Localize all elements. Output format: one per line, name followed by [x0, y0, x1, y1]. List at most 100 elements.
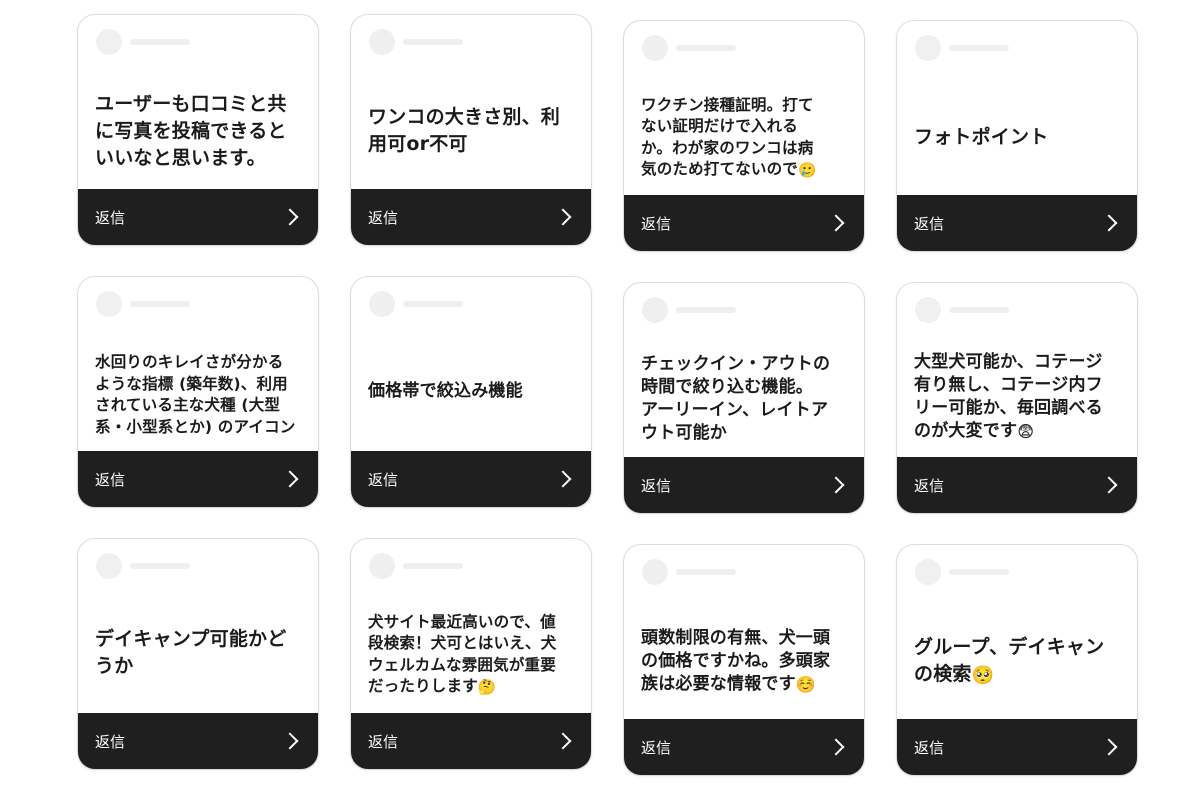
username	[403, 39, 463, 45]
avatar	[642, 297, 668, 323]
reply-button[interactable]: 返信	[78, 189, 318, 245]
card-header	[642, 559, 736, 585]
avatar	[369, 291, 395, 317]
pleading-face-emoji-icon: 🥺	[971, 664, 995, 686]
avatar	[915, 35, 941, 61]
reply-label: 返信	[368, 208, 399, 227]
card-header	[915, 35, 1009, 61]
reply-label: 返信	[914, 738, 945, 757]
response-card: 大型犬可能か、コテージ 有り無し、コテージ内フ リー可能か、毎回調べる のが大変です😨…	[896, 282, 1138, 514]
response-text: デイキャンプ可能かど うか	[95, 628, 287, 677]
reply-label: 返信	[368, 470, 399, 489]
reply-label: 返信	[914, 214, 945, 233]
avatar	[915, 297, 941, 323]
username	[130, 301, 190, 307]
reply-button[interactable]: 返信	[351, 189, 591, 245]
reply-label: 返信	[95, 732, 126, 751]
username	[949, 45, 1009, 51]
reply-button[interactable]: 返信	[624, 457, 864, 513]
card-header	[369, 29, 463, 55]
response-text: グループ、デイキャン の検索🥺	[914, 634, 1104, 689]
avatar	[96, 291, 122, 317]
reply-button[interactable]: 返信	[897, 457, 1137, 513]
reply-button[interactable]: 返信	[897, 195, 1137, 251]
reply-button[interactable]: 返信	[78, 451, 318, 507]
chevron-right-icon	[827, 738, 845, 756]
response-text: フォトポイント	[914, 125, 1049, 148]
response-card: ワンコの大きさ別、利 用可or不可 返信	[350, 14, 592, 246]
response-card: 頭数制限の有無、犬一頭 の価格ですかね。多頭家 族は必要な情報です☺️ 返信	[623, 544, 865, 776]
question-responses-grid: ユーザーも口コミと共 に写真を投稿できると いいなと思います。 返信 ワンコの大きさ…	[0, 0, 1201, 801]
reply-label: 返信	[368, 732, 399, 751]
chevron-right-icon	[827, 476, 845, 494]
response-text: ワンコの大きさ別、利 用可or不可	[368, 106, 561, 155]
chevron-right-icon	[281, 470, 299, 488]
avatar	[369, 29, 395, 55]
avatar	[642, 559, 668, 585]
thinking-face-emoji-icon: 🤔	[477, 679, 497, 696]
response-text: 頭数制限の有無、犬一頭 の価格ですかね。多頭家 族は必要な情報です☺️	[641, 627, 831, 694]
smiling-face-emoji-icon: ☺️	[795, 674, 817, 694]
reply-button[interactable]: 返信	[351, 451, 591, 507]
avatar	[96, 29, 122, 55]
reply-label: 返信	[914, 476, 945, 495]
chevron-right-icon	[281, 208, 299, 226]
reply-button[interactable]: 返信	[624, 195, 864, 251]
username	[130, 39, 190, 45]
card-header	[369, 291, 463, 317]
response-text: 大型犬可能か、コテージ 有り無し、コテージ内フ リー可能か、毎回調べる のが大変です😨	[914, 352, 1103, 441]
reply-label: 返信	[95, 208, 126, 227]
chevron-right-icon	[827, 214, 845, 232]
chevron-right-icon	[554, 732, 572, 750]
card-header	[642, 297, 736, 323]
avatar	[96, 553, 122, 579]
reply-button[interactable]: 返信	[78, 713, 318, 769]
card-header	[642, 35, 736, 61]
response-card: チェックイン・アウトの 時間で絞り込む機能。 アーリーイン、レイトア ウト可能か 返信	[623, 282, 865, 514]
response-card: 水回りのキレイさが分かる ような指標 (築年数)、利用 されている主な犬種 (大型系…	[77, 276, 319, 508]
response-text: 水回りのキレイさが分かる ような指標 (築年数)、利用 されている主な犬種 (大型系…	[95, 353, 296, 436]
chevron-right-icon	[1100, 214, 1118, 232]
card-header	[96, 29, 190, 55]
username	[403, 301, 463, 307]
reply-label: 返信	[95, 470, 126, 489]
chevron-right-icon	[554, 470, 572, 488]
response-text: チェックイン・アウトの 時間で絞り込む機能。 アーリーイン、レイトア ウト可能か	[641, 354, 831, 443]
username	[676, 307, 736, 313]
card-header	[96, 553, 190, 579]
chevron-right-icon	[1100, 738, 1118, 756]
username	[949, 307, 1009, 313]
fearful-face-emoji-icon: 😨	[1017, 422, 1035, 441]
response-card: ワクチン接種証明。打て ない証明だけで入れる か。わが家のワンコは病 気のため打てない…	[623, 20, 865, 252]
response-card: ユーザーも口コミと共 に写真を投稿できると いいなと思います。 返信	[77, 14, 319, 246]
avatar	[642, 35, 668, 61]
response-card: フォトポイント 返信	[896, 20, 1138, 252]
response-text: 犬サイト最近高いので、値 段検索！犬可とはいえ、犬 ウェルカムな雰囲気が重要 だったり…	[368, 612, 556, 699]
username	[130, 563, 190, 569]
reply-button[interactable]: 返信	[351, 713, 591, 769]
response-text: 価格帯で絞込み機能	[368, 380, 523, 401]
reply-button[interactable]: 返信	[897, 719, 1137, 775]
card-header	[96, 291, 190, 317]
response-card: グループ、デイキャン の検索🥺 返信	[896, 544, 1138, 776]
reply-label: 返信	[641, 738, 672, 757]
chevron-right-icon	[281, 732, 299, 750]
chevron-right-icon	[554, 208, 572, 226]
username	[676, 569, 736, 575]
reply-button[interactable]: 返信	[624, 719, 864, 775]
reply-label: 返信	[641, 214, 672, 233]
username	[949, 569, 1009, 575]
response-text: ユーザーも口コミと共 に写真を投稿できると いいなと思います。	[95, 92, 287, 169]
avatar	[915, 559, 941, 585]
username	[676, 45, 736, 51]
smiling-tear-emoji-icon: 🥲	[798, 162, 817, 179]
chevron-right-icon	[1100, 476, 1118, 494]
response-card: 犬サイト最近高いので、値 段検索！犬可とはいえ、犬 ウェルカムな雰囲気が重要 だったり…	[350, 538, 592, 770]
username	[403, 563, 463, 569]
card-header	[915, 297, 1009, 323]
reply-label: 返信	[641, 476, 672, 495]
card-header	[915, 559, 1009, 585]
card-header	[369, 553, 463, 579]
response-text: ワクチン接種証明。打て ない証明だけで入れる か。わが家のワンコは病 気のため打てない…	[641, 95, 817, 182]
avatar	[369, 553, 395, 579]
